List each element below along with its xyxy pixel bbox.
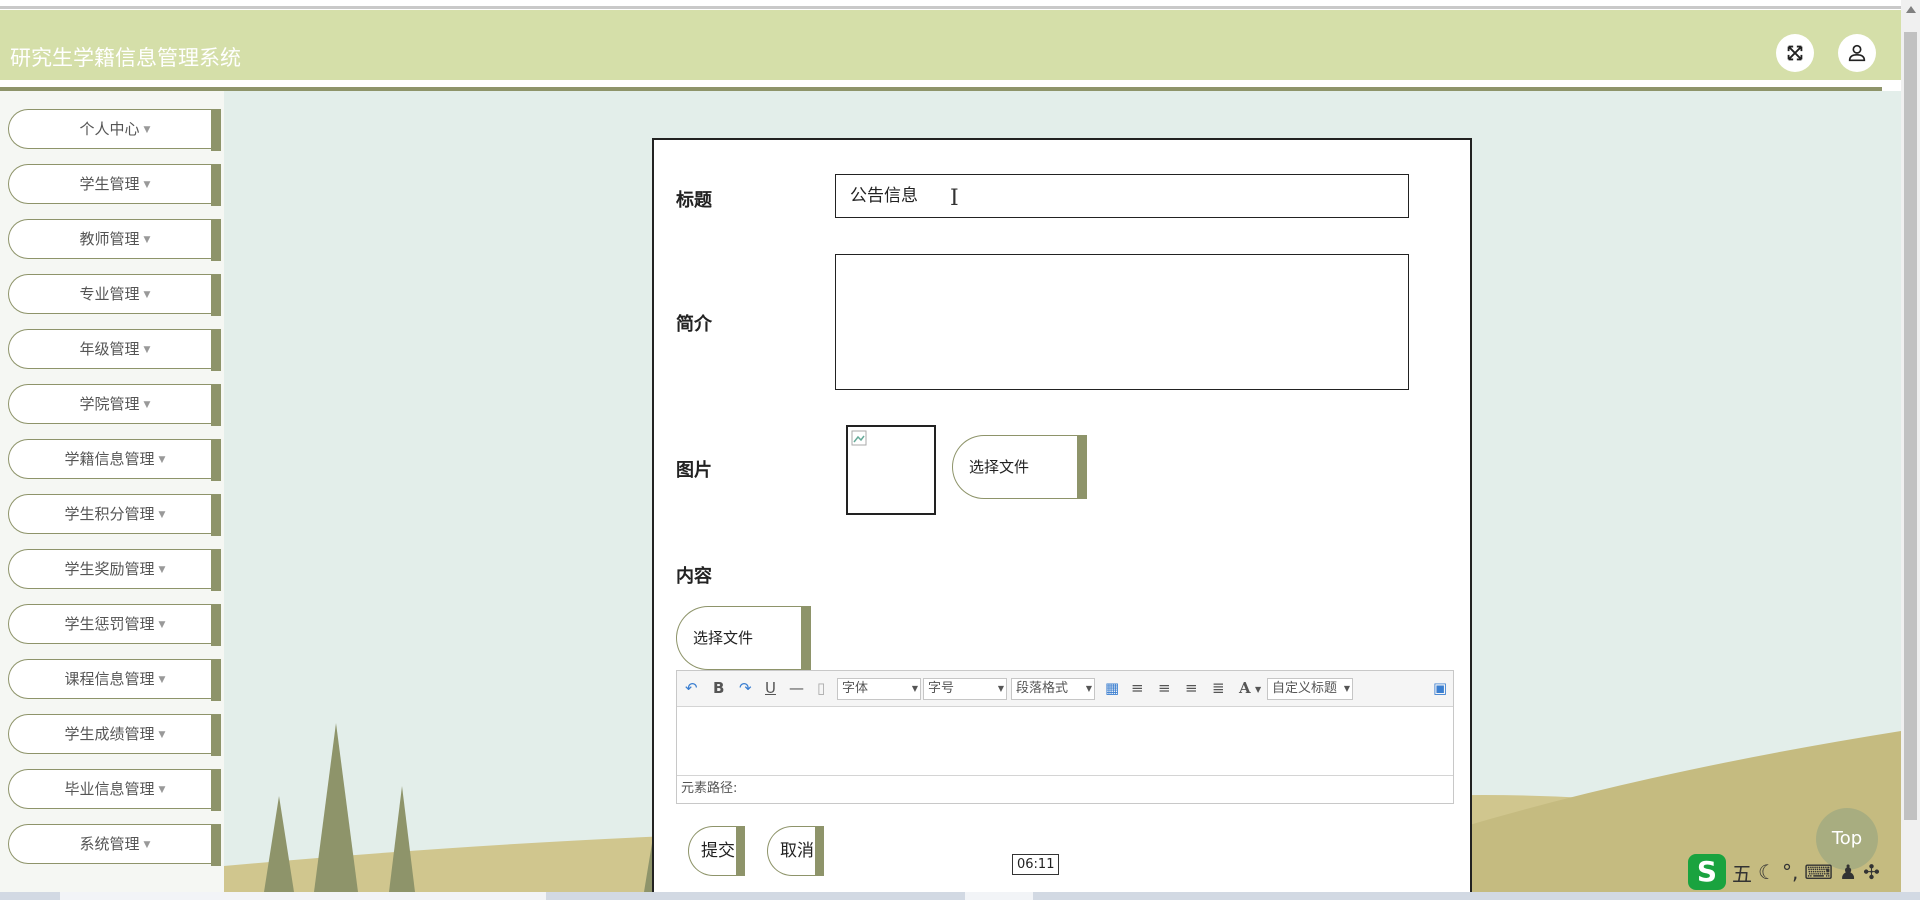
sidebar-item-rewards[interactable]: 学生奖励管理 ▼ bbox=[8, 549, 221, 591]
cancel-button[interactable]: 取消 bbox=[767, 826, 824, 876]
dropdown-arrow-icon: ▼ bbox=[911, 684, 918, 693]
notice-form: 标题 公告信息 I 简介 图片 选择文件 内容 选择文件 ↶ B ↷ U — ▯… bbox=[652, 138, 1472, 898]
element-path-bar: 元素路径: bbox=[677, 775, 1453, 803]
font-size-select[interactable]: 字号 ▼ bbox=[923, 678, 1007, 700]
align-right-icon[interactable]: ≡ bbox=[1158, 679, 1171, 697]
punctuation-icon[interactable]: °, bbox=[1782, 860, 1798, 884]
ime-toolbar: S 五 ☾ °, ⌨ ♟ ✣ bbox=[1688, 852, 1901, 892]
user-button[interactable] bbox=[1838, 34, 1876, 72]
dropdown-arrow-icon: ▼ bbox=[1343, 684, 1350, 693]
sidebar-item-courses[interactable]: 课程信息管理 ▼ bbox=[8, 659, 221, 701]
font-family-select[interactable]: 字体 ▼ bbox=[837, 678, 921, 700]
sidebar: 个人中心 ▼ 学生管理 ▼ 教师管理 ▼ 专业管理 ▼ 年级管理 ▼ 学院管理 ▼ 学籍信息… bbox=[0, 91, 224, 892]
intro-textarea[interactable] bbox=[835, 254, 1409, 390]
broken-image-icon bbox=[851, 430, 867, 446]
sidebar-item-grades[interactable]: 年级管理 ▼ bbox=[8, 329, 221, 371]
align-center-icon[interactable]: ≡ bbox=[1185, 679, 1198, 697]
ime-logo-icon[interactable]: S bbox=[1688, 854, 1726, 890]
sidebar-item-graduation[interactable]: 毕业信息管理 ▼ bbox=[8, 769, 221, 811]
apps-icon[interactable]: ✣ bbox=[1863, 860, 1880, 884]
submit-button[interactable]: 提交 bbox=[688, 826, 745, 876]
chevron-down-icon: ▼ bbox=[158, 455, 166, 465]
sidebar-item-scores[interactable]: 学生成绩管理 ▼ bbox=[8, 714, 221, 756]
chevron-down-icon: ▼ bbox=[158, 785, 166, 795]
editor-content-area[interactable] bbox=[677, 707, 1453, 777]
ime-mode-label[interactable]: 五 bbox=[1732, 858, 1752, 887]
chevron-down-icon: ▼ bbox=[143, 400, 151, 410]
chevron-down-icon: ▼ bbox=[143, 235, 151, 245]
content-choose-file-button[interactable]: 选择文件 bbox=[676, 606, 811, 670]
content-label: 内容 bbox=[676, 566, 712, 587]
font-color-icon[interactable]: A bbox=[1239, 679, 1251, 697]
sidebar-item-personal-center[interactable]: 个人中心 ▼ bbox=[8, 109, 221, 151]
chevron-down-icon: ▼ bbox=[158, 620, 166, 630]
paragraph-format-select[interactable]: 段落格式 ▼ bbox=[1011, 678, 1095, 700]
moon-icon[interactable]: ☾ bbox=[1758, 860, 1776, 884]
taskbar-segment bbox=[60, 892, 546, 900]
align-justify-icon[interactable]: ≣ bbox=[1212, 679, 1225, 697]
redo-icon[interactable]: ↷ bbox=[739, 679, 752, 697]
app-header: 研究生学籍信息管理系统 bbox=[0, 10, 1901, 80]
chevron-down-icon: ▼ bbox=[158, 565, 166, 575]
sidebar-item-enrollment[interactable]: 学籍信息管理 ▼ bbox=[8, 439, 221, 481]
horizontal-rule-icon[interactable]: — bbox=[789, 679, 804, 697]
underline-icon[interactable]: U bbox=[765, 679, 776, 697]
image-label: 图片 bbox=[676, 460, 712, 481]
sidebar-item-students[interactable]: 学生管理 ▼ bbox=[8, 164, 221, 206]
custom-title-select[interactable]: 自定义标题 ▼ bbox=[1267, 678, 1353, 700]
page-scrollbar[interactable] bbox=[1901, 0, 1920, 900]
title-input[interactable]: 公告信息 bbox=[835, 174, 1409, 218]
rich-text-editor: ↶ B ↷ U — ▯ 字体 ▼ 字号 ▼ 段落格式 ▼ ▦ ≡ ≡ ≡ ≣ A ▼ … bbox=[676, 670, 1454, 804]
expand-arrows-icon bbox=[1787, 45, 1803, 61]
chevron-down-icon: ▼ bbox=[143, 290, 151, 300]
taskbar-segment bbox=[965, 892, 1033, 900]
fullscreen-editor-icon[interactable]: ▣ bbox=[1433, 679, 1447, 697]
user-icon bbox=[1848, 44, 1866, 62]
document-icon[interactable]: ▯ bbox=[817, 679, 825, 697]
image-choose-file-button[interactable]: 选择文件 bbox=[952, 435, 1087, 499]
chevron-down-icon: ▼ bbox=[143, 180, 151, 190]
align-left-icon[interactable]: ≡ bbox=[1131, 679, 1144, 697]
chevron-down-icon: ▼ bbox=[143, 345, 151, 355]
sidebar-item-system[interactable]: 系统管理 ▼ bbox=[8, 824, 221, 866]
window-top-border bbox=[0, 6, 1901, 9]
table-icon[interactable]: ▦ bbox=[1105, 679, 1119, 697]
intro-label: 简介 bbox=[676, 314, 712, 335]
sidebar-item-points[interactable]: 学生积分管理 ▼ bbox=[8, 494, 221, 536]
chevron-down-icon: ▼ bbox=[158, 510, 166, 520]
title-label: 标题 bbox=[676, 190, 712, 211]
person-icon[interactable]: ♟ bbox=[1839, 860, 1857, 884]
text-cursor-icon: I bbox=[950, 186, 959, 211]
undo-icon[interactable]: ↶ bbox=[685, 679, 698, 697]
keyboard-icon[interactable]: ⌨ bbox=[1804, 860, 1833, 884]
image-preview bbox=[846, 425, 936, 515]
sidebar-item-colleges[interactable]: 学院管理 ▼ bbox=[8, 384, 221, 426]
app-title: 研究生学籍信息管理系统 bbox=[10, 46, 241, 70]
editor-toolbar: ↶ B ↷ U — ▯ 字体 ▼ 字号 ▼ 段落格式 ▼ ▦ ≡ ≡ ≡ ≣ A ▼ … bbox=[677, 671, 1453, 707]
taskbar-strip bbox=[0, 892, 1920, 900]
font-color-dropdown-icon[interactable]: ▼ bbox=[1255, 685, 1261, 694]
chevron-down-icon: ▼ bbox=[143, 125, 151, 135]
sidebar-item-teachers[interactable]: 教师管理 ▼ bbox=[8, 219, 221, 261]
chevron-down-icon: ▼ bbox=[158, 675, 166, 685]
dropdown-arrow-icon: ▼ bbox=[1085, 684, 1092, 693]
fullscreen-button[interactable] bbox=[1776, 34, 1814, 72]
scroll-up-arrow-icon[interactable] bbox=[1906, 6, 1916, 13]
scroll-thumb[interactable] bbox=[1904, 32, 1917, 820]
sidebar-item-majors[interactable]: 专业管理 ▼ bbox=[8, 274, 221, 316]
time-tooltip: 06:11 bbox=[1012, 854, 1060, 875]
chevron-down-icon: ▼ bbox=[158, 730, 166, 740]
bold-icon[interactable]: B bbox=[713, 679, 724, 697]
chevron-down-icon: ▼ bbox=[143, 840, 151, 850]
dropdown-arrow-icon: ▼ bbox=[997, 684, 1004, 693]
sidebar-item-punishments[interactable]: 学生惩罚管理 ▼ bbox=[8, 604, 221, 646]
